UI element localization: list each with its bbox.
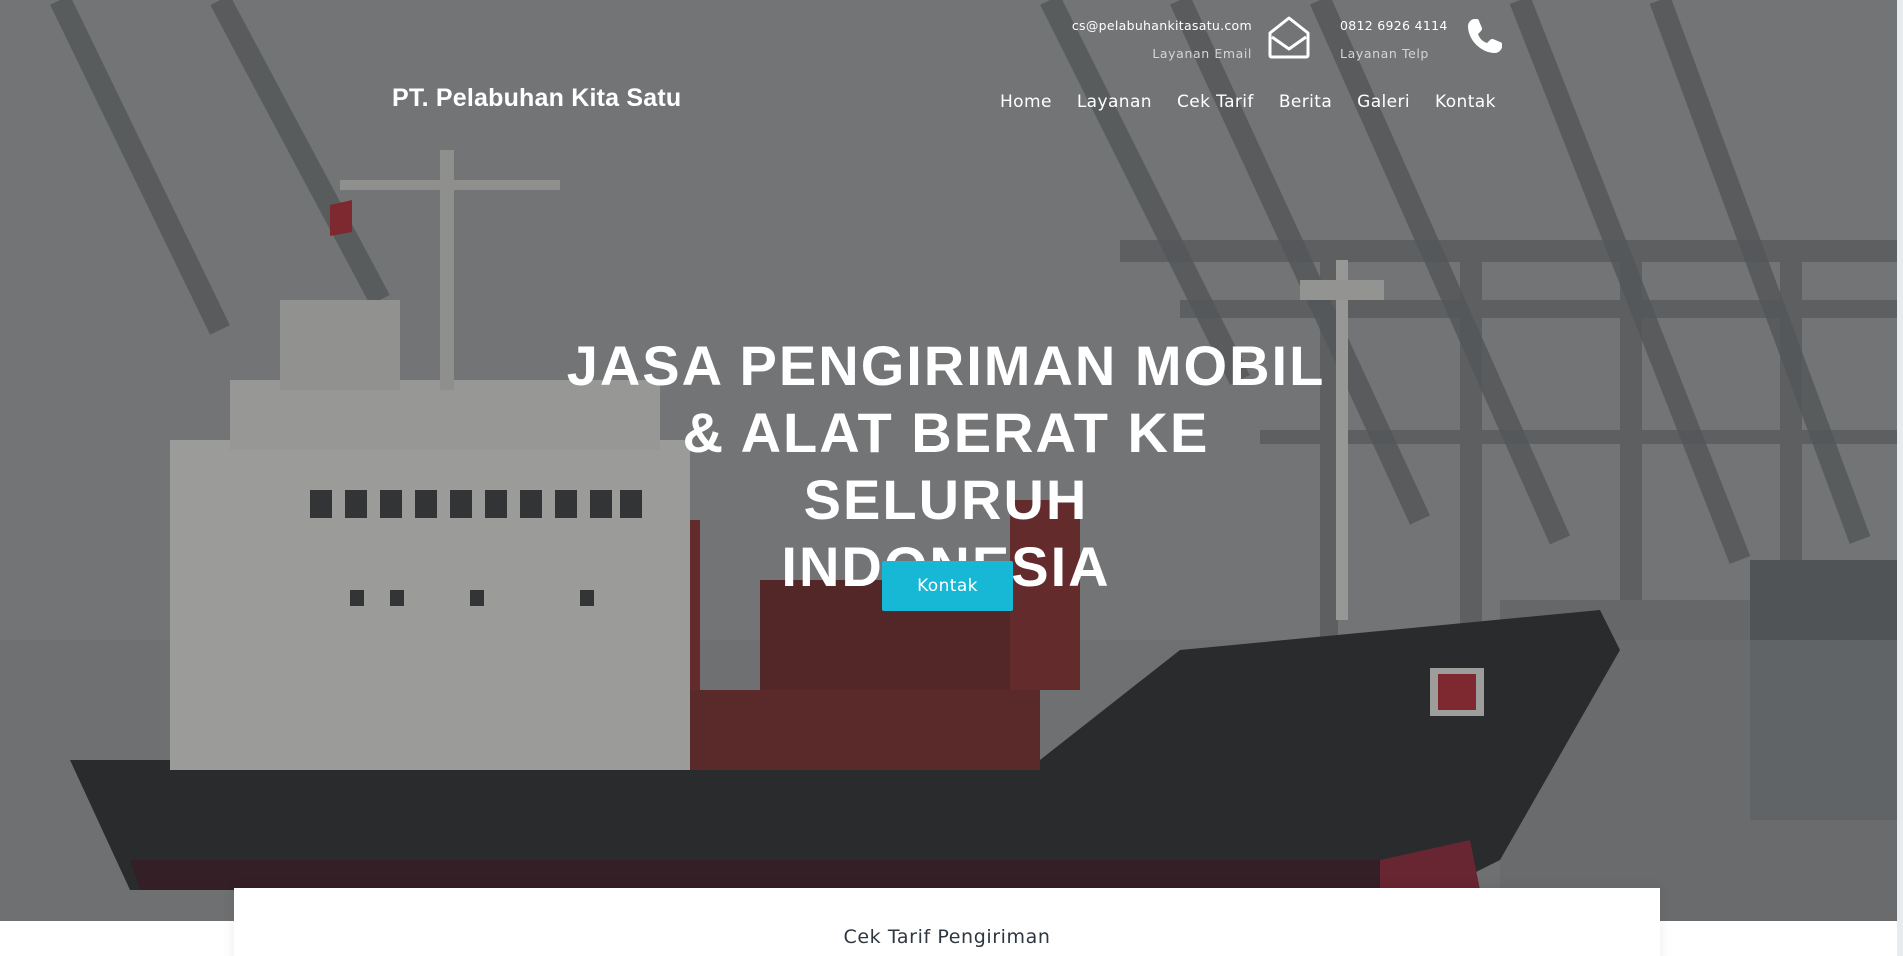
- phone-contact: 0812 6926 4114 Layanan Telp: [1340, 18, 1452, 61]
- envelope-icon: [1268, 16, 1310, 59]
- hero-headline: JASA PENGIRIMAN MOBIL & ALAT BERAT KE SE…: [540, 332, 1352, 600]
- nav-item-berita[interactable]: Berita: [1279, 92, 1332, 112]
- main-nav: Home Layanan Cek Tarif Berita Galeri Kon…: [1000, 92, 1521, 112]
- email-address[interactable]: cs@pelabuhankitasatu.com: [1060, 18, 1252, 33]
- hero-headline-line-2: & ALAT BERAT KE SELURUH: [682, 401, 1210, 531]
- nav-item-galeri[interactable]: Galeri: [1357, 92, 1410, 112]
- nav-item-home[interactable]: Home: [1000, 92, 1052, 112]
- nav-item-kontak[interactable]: Kontak: [1435, 92, 1496, 112]
- page: cs@pelabuhankitasatu.com Layanan Email 0…: [0, 0, 1903, 956]
- contact-button[interactable]: Kontak: [882, 561, 1013, 611]
- rate-check-title: Cek Tarif Pengiriman: [843, 926, 1051, 948]
- nav-item-cek-tarif[interactable]: Cek Tarif: [1177, 92, 1254, 112]
- brand-logo[interactable]: PT. Pelabuhan Kita Satu: [392, 84, 681, 113]
- nav-item-layanan[interactable]: Layanan: [1077, 92, 1152, 112]
- email-service-label: Layanan Email: [1152, 46, 1252, 61]
- scrollbar-track[interactable]: [1897, 0, 1903, 956]
- phone-icon: [1468, 19, 1502, 53]
- rate-check-card: Cek Tarif Pengiriman: [234, 888, 1660, 956]
- phone-service-label: Layanan Telp: [1340, 46, 1429, 61]
- email-contact: cs@pelabuhankitasatu.com Layanan Email: [1060, 18, 1252, 61]
- phone-number[interactable]: 0812 6926 4114: [1340, 18, 1452, 33]
- hero-headline-line-1: JASA PENGIRIMAN MOBIL: [566, 334, 1326, 397]
